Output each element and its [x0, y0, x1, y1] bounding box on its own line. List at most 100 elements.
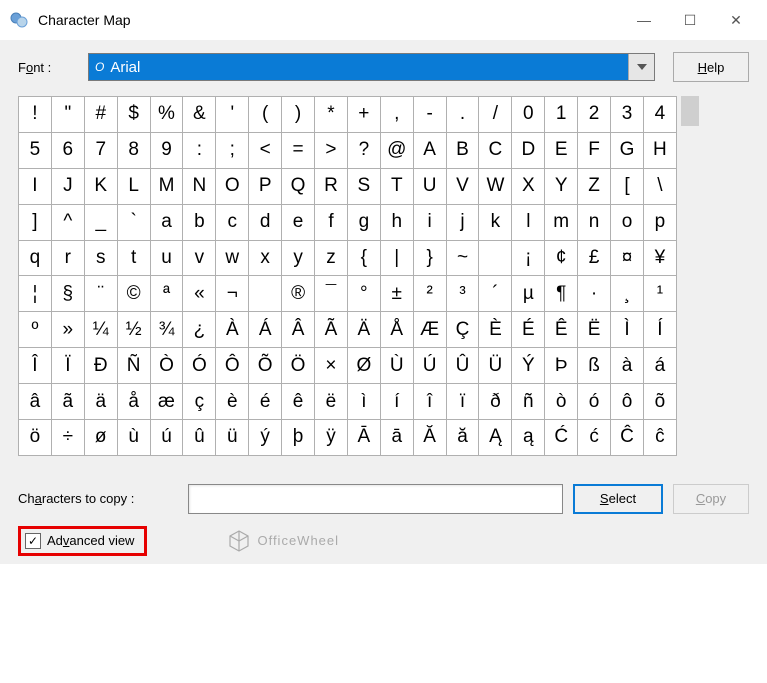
character-cell[interactable]: í — [380, 384, 413, 420]
character-cell[interactable]: ¶ — [545, 276, 578, 312]
character-cell[interactable]: õ — [643, 384, 676, 420]
character-cell[interactable]: ą — [512, 420, 545, 456]
character-cell[interactable]: ¡ — [512, 240, 545, 276]
character-cell[interactable]: + — [347, 97, 380, 133]
character-cell[interactable]: ~ — [446, 240, 479, 276]
character-cell[interactable]: S — [347, 168, 380, 204]
character-cell[interactable]: Â — [282, 312, 315, 348]
select-button[interactable]: Select — [573, 484, 663, 514]
character-cell[interactable]: ë — [315, 384, 348, 420]
character-cell[interactable]: ( — [249, 97, 282, 133]
character-cell[interactable]: £ — [578, 240, 611, 276]
character-cell[interactable]: ¸ — [611, 276, 644, 312]
character-cell[interactable]: 1 — [545, 97, 578, 133]
character-cell[interactable]: 6 — [51, 132, 84, 168]
scrollbar[interactable] — [681, 96, 699, 456]
character-cell[interactable]: Ì — [611, 312, 644, 348]
character-cell[interactable]: ÷ — [51, 420, 84, 456]
character-cell[interactable]: ú — [150, 420, 183, 456]
character-cell[interactable]: x — [249, 240, 282, 276]
character-cell[interactable]: K — [84, 168, 117, 204]
close-button[interactable]: ✕ — [713, 4, 759, 36]
character-cell[interactable]: º — [19, 312, 52, 348]
character-cell[interactable]: : — [183, 132, 216, 168]
character-cell[interactable]: W — [479, 168, 512, 204]
character-cell[interactable]: ¢ — [545, 240, 578, 276]
character-cell[interactable]: Á — [249, 312, 282, 348]
character-cell[interactable]: ! — [19, 97, 52, 133]
character-cell[interactable]: ² — [413, 276, 446, 312]
character-cell[interactable]: ¬ — [216, 276, 249, 312]
character-cell[interactable]: " — [51, 97, 84, 133]
character-cell[interactable]: Î — [19, 348, 52, 384]
character-cell[interactable]: ¾ — [150, 312, 183, 348]
maximize-button[interactable]: ☐ — [667, 4, 713, 36]
character-cell[interactable]: t — [117, 240, 150, 276]
character-cell[interactable]: Ù — [380, 348, 413, 384]
character-cell[interactable]: ¥ — [643, 240, 676, 276]
character-cell[interactable]: 9 — [150, 132, 183, 168]
character-cell[interactable]: þ — [282, 420, 315, 456]
character-cell[interactable]: ø — [84, 420, 117, 456]
character-cell[interactable]: v — [183, 240, 216, 276]
character-cell[interactable]: p — [643, 204, 676, 240]
character-cell[interactable]: ì — [347, 384, 380, 420]
character-cell[interactable]: \ — [643, 168, 676, 204]
character-cell[interactable]: ¹ — [643, 276, 676, 312]
character-cell[interactable]: Ê — [545, 312, 578, 348]
character-cell[interactable]: Í — [643, 312, 676, 348]
character-cell[interactable]: c — [216, 204, 249, 240]
character-cell[interactable]: $ — [117, 97, 150, 133]
character-cell[interactable]: m — [545, 204, 578, 240]
character-cell[interactable]: q — [19, 240, 52, 276]
character-cell[interactable]: â — [19, 384, 52, 420]
character-cell[interactable]: . — [446, 97, 479, 133]
character-cell[interactable]: w — [216, 240, 249, 276]
character-cell[interactable]: Z — [578, 168, 611, 204]
character-cell[interactable]: - — [413, 97, 446, 133]
character-cell[interactable]: ÿ — [315, 420, 348, 456]
character-cell[interactable]: I — [19, 168, 52, 204]
character-cell[interactable]: @ — [380, 132, 413, 168]
character-cell[interactable]: Ą — [479, 420, 512, 456]
character-cell[interactable]: C — [479, 132, 512, 168]
character-cell[interactable]: u — [150, 240, 183, 276]
character-cell[interactable]: d — [249, 204, 282, 240]
character-cell[interactable]: Û — [446, 348, 479, 384]
character-cell[interactable]: ò — [545, 384, 578, 420]
character-cell[interactable]: Ð — [84, 348, 117, 384]
character-cell[interactable]: ð — [479, 384, 512, 420]
character-cell[interactable]: ñ — [512, 384, 545, 420]
character-cell[interactable]: / — [479, 97, 512, 133]
character-cell[interactable]: ª — [150, 276, 183, 312]
character-cell[interactable]: · — [578, 276, 611, 312]
advanced-view-checkbox[interactable]: ✓ — [25, 533, 41, 549]
minimize-button[interactable]: — — [621, 4, 667, 36]
character-cell[interactable]: A — [413, 132, 446, 168]
character-cell[interactable]: ­ — [249, 276, 282, 312]
character-cell[interactable]: ] — [19, 204, 52, 240]
character-cell[interactable]: i — [413, 204, 446, 240]
character-cell[interactable]: Ć — [545, 420, 578, 456]
character-cell[interactable]: Ú — [413, 348, 446, 384]
character-cell[interactable]: ß — [578, 348, 611, 384]
character-cell[interactable]: ) — [282, 97, 315, 133]
character-cell[interactable]: î — [413, 384, 446, 420]
character-cell[interactable]: Ò — [150, 348, 183, 384]
character-cell[interactable]: § — [51, 276, 84, 312]
character-cell[interactable]: Ï — [51, 348, 84, 384]
character-cell[interactable]: ¦ — [19, 276, 52, 312]
character-cell[interactable]: ¿ — [183, 312, 216, 348]
character-cell[interactable]: ? — [347, 132, 380, 168]
character-cell[interactable]: n — [578, 204, 611, 240]
character-cell[interactable]: 0 — [512, 97, 545, 133]
character-cell[interactable]: R — [315, 168, 348, 204]
character-cell[interactable]: 2 — [578, 97, 611, 133]
character-cell[interactable]: Ă — [413, 420, 446, 456]
character-cell[interactable]: Q — [282, 168, 315, 204]
character-cell[interactable]: Ë — [578, 312, 611, 348]
character-cell[interactable]: è — [216, 384, 249, 420]
character-cell[interactable]: D — [512, 132, 545, 168]
character-cell[interactable]: 7 — [84, 132, 117, 168]
character-cell[interactable]: ü — [216, 420, 249, 456]
